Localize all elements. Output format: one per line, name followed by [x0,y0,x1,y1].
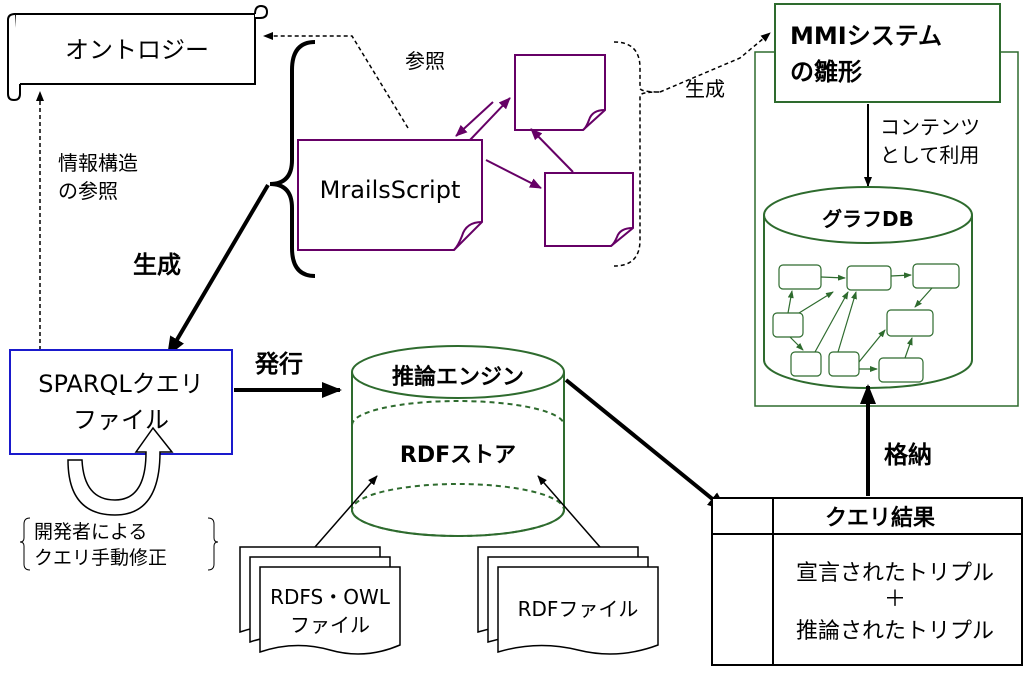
sparql-query-file-box [9,349,233,455]
generate-left-label: 生成 [133,251,181,279]
sparql-line1: SPARQLクエリ [38,370,204,398]
rdf-store-label: RDFストア [400,443,516,468]
script-ontology-ref-arrow [263,32,409,129]
inferred-triples: 推論されたトリプル [796,619,994,644]
mrails-script-label: MrailsScript [320,176,461,204]
graph-node [778,264,822,290]
rdfs-owl-file-stack: RDFS・OWL ファイル [239,546,401,655]
graph-db-label: グラフDB [822,207,914,231]
rdfs-owl-line1: RDFS・OWL [270,585,391,609]
dev-edit-brace-right [207,517,219,571]
mrails-script-doc: MrailsScript [297,139,483,251]
ontology-scroll: オントロジー [7,4,269,102]
rdf-file-label: RDFファイル [518,597,639,621]
reference-label: 参照 [405,49,445,73]
store-label: 格納 [884,441,932,469]
rdf-file-stack: RDFファイル [477,546,659,655]
graph-node [772,312,804,338]
content-use-line1: コンテンツ [880,115,980,139]
purple-arrow-to-doc2 [485,159,542,189]
mmi-template-box [774,3,1001,103]
generate-right-label: 生成 [685,77,725,101]
inference-engine-cylinder: 推論エンジン RDFストア [351,345,565,537]
plus-sign: ＋ [884,587,906,612]
purple-arrow-to-script [455,101,494,137]
graph-node [878,357,924,383]
query-result-table: クエリ結果 宣言されたトリプル ＋ 推論されたトリプル [711,497,1023,666]
architecture-diagram: オントロジー 情報構造 の参照 参照 MrailsScript 生成 MMIシス… [7,3,1023,666]
graph-node [912,263,960,289]
query-result-header: クエリ結果 [825,505,935,531]
dev-edit-line2: クエリ手動修正 [34,547,167,569]
mmi-line2: の雛形 [790,58,862,86]
graph-node [846,265,892,291]
issue-label: 発行 [254,350,303,378]
dev-edit-line1: 開発者による [34,521,147,543]
engine-label: 推論エンジン [392,364,524,390]
script-page-doc-1 [514,54,606,131]
script-page-doc-2 [544,172,634,247]
mmi-line1: MMIシステム [790,22,942,50]
graph-node [886,309,934,337]
rdfs-owl-line2: ファイル [290,613,370,637]
declared-triples: 宣言されたトリプル [796,561,994,586]
content-use-line2: として利用 [880,143,979,167]
result-arrow [564,378,728,512]
ref-info-line2: の参照 [58,179,118,203]
purple-arrow-doc2-to-doc1 [530,128,574,173]
ref-info-line1: 情報構造 [58,151,138,175]
dev-edit-brace-left [19,517,31,571]
ontology-label: オントロジー [65,36,209,64]
graph-node [790,351,822,377]
graph-node [828,351,860,377]
generate-sparql-arrow [166,183,270,357]
